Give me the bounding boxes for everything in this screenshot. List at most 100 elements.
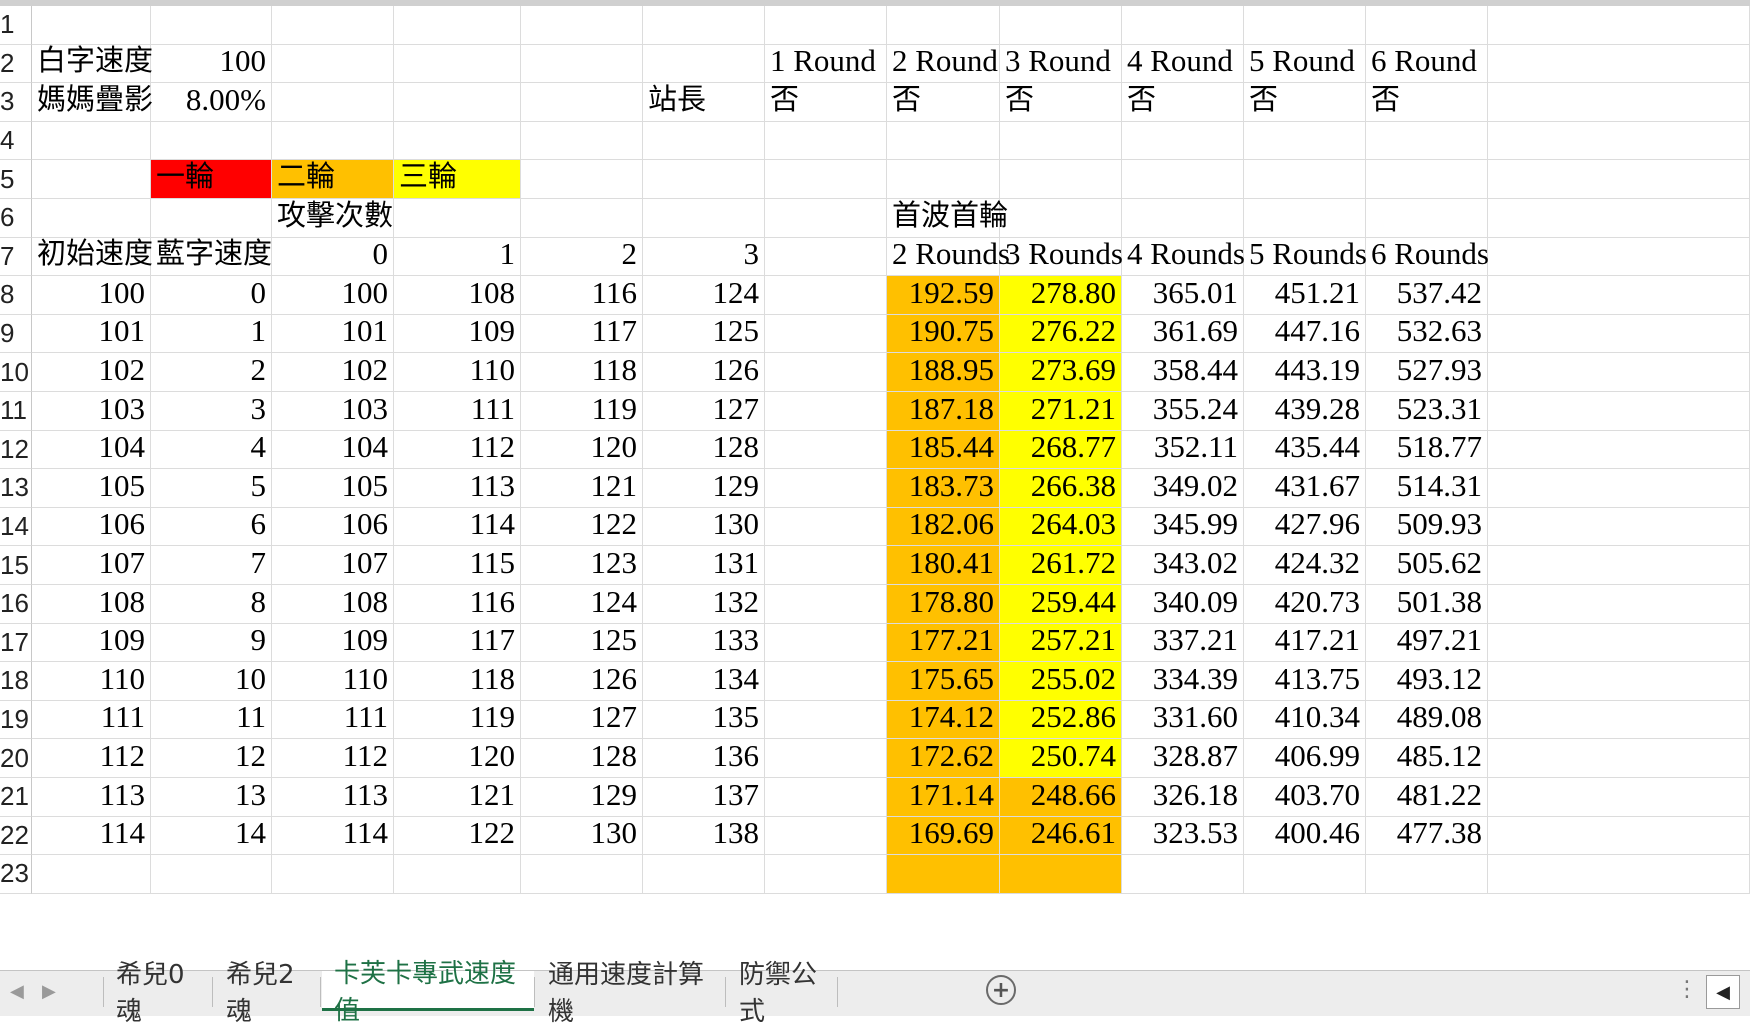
header-rounds-6[interactable]: 6 Rounds: [1366, 236, 1489, 277]
more-options-icon[interactable]: ⋮: [1676, 977, 1698, 1002]
grid-cell[interactable]: [765, 662, 887, 701]
row-header[interactable]: 19: [0, 700, 32, 740]
table-cell[interactable]: 126: [643, 352, 765, 392]
table-cell[interactable]: 136: [643, 738, 765, 778]
row-header[interactable]: 9: [0, 314, 32, 354]
table-cell[interactable]: 365.01: [1122, 275, 1244, 315]
table-cell[interactable]: 108: [32, 584, 151, 624]
grid-cell[interactable]: [1488, 6, 1750, 45]
row-header[interactable]: 10: [0, 353, 32, 392]
table-cell[interactable]: 102: [272, 352, 394, 392]
grid-cell[interactable]: [643, 6, 765, 45]
table-cell[interactable]: 105: [32, 468, 151, 508]
row-header[interactable]: 21: [0, 778, 32, 817]
row-header[interactable]: 14: [0, 507, 32, 547]
table-cell[interactable]: 129: [643, 468, 765, 508]
grid-cell[interactable]: [1488, 160, 1750, 199]
table-cell[interactable]: 117: [521, 313, 643, 354]
row-header[interactable]: 11: [0, 392, 32, 431]
table-cell[interactable]: 451.21: [1244, 275, 1366, 315]
row-header[interactable]: 18: [0, 662, 32, 701]
table-cell[interactable]: 11: [151, 699, 272, 740]
row-header[interactable]: 2: [0, 44, 32, 84]
table-cell[interactable]: 431.67: [1244, 468, 1366, 508]
table-cell[interactable]: 10: [151, 661, 272, 701]
round-value-2[interactable]: 否: [887, 82, 1000, 122]
table-cell[interactable]: 134: [643, 661, 765, 701]
grid-cell[interactable]: [1488, 237, 1750, 277]
grid-cell[interactable]: [1122, 6, 1244, 45]
table-cell[interactable]: 185.44: [887, 429, 1000, 470]
cell-partial[interactable]: [887, 855, 1000, 894]
table-cell[interactable]: 115: [394, 545, 521, 585]
table-cell[interactable]: 481.22: [1366, 777, 1488, 817]
table-cell[interactable]: 125: [643, 313, 765, 354]
table-cell[interactable]: 127: [643, 391, 765, 431]
sheet-tab[interactable]: 卡芙卡專武速度值: [322, 959, 534, 1026]
grid-cell[interactable]: [1244, 199, 1366, 238]
table-cell[interactable]: 130: [643, 506, 765, 547]
value-white-speed[interactable]: 100: [151, 43, 272, 84]
grid-cell[interactable]: [765, 469, 887, 508]
grid-cell[interactable]: [765, 855, 887, 894]
table-cell[interactable]: 400.46: [1244, 815, 1366, 856]
table-cell[interactable]: 497.21: [1366, 622, 1488, 663]
table-cell[interactable]: 172.62: [887, 738, 1000, 778]
grid-cell[interactable]: [765, 199, 887, 238]
table-cell[interactable]: 110: [394, 352, 521, 392]
grid-cell[interactable]: [1366, 855, 1488, 894]
table-cell[interactable]: 410.34: [1244, 699, 1366, 740]
row-header[interactable]: 1: [0, 6, 32, 45]
round-value-4[interactable]: 否: [1122, 82, 1244, 122]
header-attack-2[interactable]: 2: [521, 236, 643, 277]
grid-cell[interactable]: [272, 44, 394, 84]
table-cell[interactable]: 132: [643, 584, 765, 624]
table-cell[interactable]: 273.69: [1000, 352, 1122, 392]
table-cell[interactable]: 9: [151, 622, 272, 663]
table-cell[interactable]: 334.39: [1122, 661, 1244, 701]
table-cell[interactable]: 352.11: [1122, 429, 1244, 470]
table-cell[interactable]: 116: [521, 275, 643, 315]
table-cell[interactable]: 331.60: [1122, 699, 1244, 740]
value-mama-stack[interactable]: 8.00%: [151, 82, 272, 122]
grid-cell[interactable]: [1244, 855, 1366, 894]
row-header[interactable]: 7: [0, 237, 32, 277]
table-cell[interactable]: 187.18: [887, 391, 1000, 431]
grid-cell[interactable]: [643, 160, 765, 199]
table-cell[interactable]: 101: [32, 313, 151, 354]
grid-cell[interactable]: [1488, 778, 1750, 817]
grid-cell[interactable]: [765, 392, 887, 431]
grid-cell[interactable]: [521, 199, 643, 238]
table-cell[interactable]: 119: [394, 699, 521, 740]
grid-cell[interactable]: [1122, 855, 1244, 894]
grid-cell[interactable]: [1122, 160, 1244, 199]
table-cell[interactable]: 477.38: [1366, 815, 1488, 856]
table-cell[interactable]: 108: [272, 584, 394, 624]
table-cell[interactable]: 107: [32, 545, 151, 585]
grid-cell[interactable]: [643, 121, 765, 161]
grid-cell[interactable]: [1122, 199, 1244, 238]
header-rounds-4[interactable]: 4 Rounds: [1122, 236, 1245, 277]
table-cell[interactable]: 361.69: [1122, 313, 1244, 354]
legend-round-1[interactable]: 一輪: [151, 159, 272, 199]
table-cell[interactable]: 118: [394, 661, 521, 701]
grid-cell[interactable]: [1488, 700, 1750, 740]
table-cell[interactable]: 13: [151, 777, 272, 817]
table-cell[interactable]: 110: [32, 661, 151, 701]
row-header[interactable]: 15: [0, 546, 32, 585]
table-cell[interactable]: 190.75: [887, 313, 1000, 354]
grid-cell[interactable]: [1244, 6, 1366, 45]
table-cell[interactable]: 114: [32, 815, 151, 856]
table-cell[interactable]: 14: [151, 815, 272, 856]
header-attack-0[interactable]: 0: [272, 236, 394, 277]
grid-cell[interactable]: [1488, 507, 1750, 547]
scroll-tabs-left-icon[interactable]: ◀: [10, 981, 24, 1002]
horizontal-scroll-left-icon[interactable]: ◀: [1706, 975, 1740, 1009]
round-value-3[interactable]: 否: [1000, 82, 1122, 122]
table-cell[interactable]: 252.86: [1000, 699, 1122, 740]
header-rounds-3[interactable]: 3 Rounds: [1000, 236, 1123, 277]
grid-cell[interactable]: [1488, 430, 1750, 470]
table-cell[interactable]: 137: [643, 777, 765, 817]
grid-cell[interactable]: [765, 816, 887, 856]
grid-cell[interactable]: [1244, 121, 1366, 161]
